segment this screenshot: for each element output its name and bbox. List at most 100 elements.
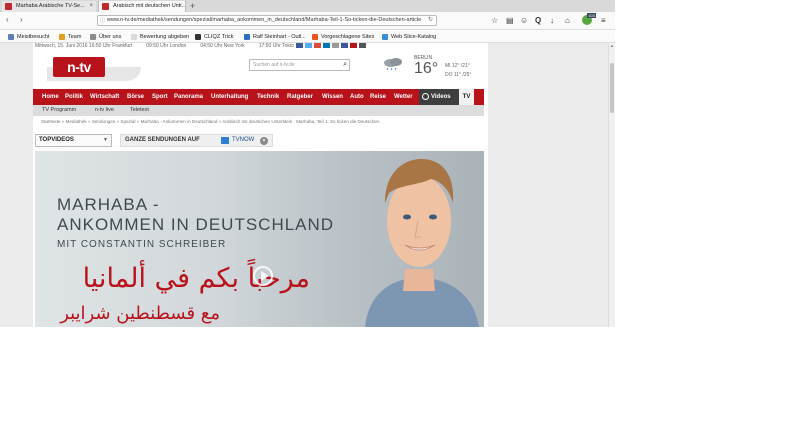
topvideos-dropdown[interactable]: TOPVIDEOS ▼ [35,134,112,147]
bookmarks-bar: Meistbesucht Team Über uns Bewertung abg… [0,31,615,43]
close-tab-icon[interactable]: × [178,1,182,12]
tvnow-label: TVNOW [232,137,255,143]
nav-reise[interactable]: Reise [370,89,386,105]
social-icon[interactable] [350,43,357,48]
bookmark-item[interactable]: Bewertung abgeben [131,33,189,41]
bookmark-item[interactable]: CLIQZ Trick [195,33,233,41]
bookmark-item[interactable]: Team [59,33,81,41]
bookmark-icon [131,34,137,40]
bookmark-item[interactable]: Ralf Steinhart - Outl... [244,33,306,41]
nav-wissen[interactable]: Wissen [322,89,343,105]
rain-cloud-icon [384,58,402,71]
googleplus-icon[interactable] [314,43,321,48]
facebook-icon[interactable] [296,43,303,48]
nav-auto[interactable]: Auto [350,89,364,105]
scrollbar-thumb[interactable] [610,63,614,113]
info-icon[interactable]: ⓘ [100,17,105,25]
scroll-up-icon[interactable]: ▲ [610,43,614,48]
q-icon[interactable]: Q [535,16,541,25]
search-icon[interactable]: ⌕ [343,60,347,70]
nav-tv[interactable]: TV [459,89,474,105]
search-input[interactable]: Suchen auf n-tv.de ⌕ [249,59,350,71]
nav-technik[interactable]: Technik [257,89,279,105]
nav-politik[interactable]: Politik [65,89,83,105]
twitter-icon[interactable] [305,43,312,48]
bookmark-item[interactable]: Vorgeschlagene Sites [312,33,374,41]
ntv-page: Mittwoch, 15. Juni 2016 16:50 Uhr Frankf… [33,43,488,327]
ntv-favicon-icon [102,3,109,10]
social-icons [296,43,366,48]
nav-wirtschaft[interactable]: Wirtschaft [90,89,119,105]
browser-window: Marhaba Arabische TV-Se... × Arabisch mi… [0,0,615,327]
extension-badge-count: 103 [587,13,596,18]
bookmark-icon [59,34,65,40]
social-icon[interactable] [341,43,348,48]
star-icon[interactable]: ☆ [491,16,498,25]
hero-title-line2: ANKOMMEN IN DEUTSCHLAND [57,215,335,234]
new-tab-button[interactable]: + [190,0,195,12]
download-icon[interactable]: ↓ [550,16,554,25]
breadcrumb[interactable]: Startseite » Mediathek » Sendungen » Spe… [41,119,380,124]
menu-icon[interactable]: ≡ [601,16,606,25]
reload-icon[interactable]: ↻ [428,16,433,25]
bookmark-icon [312,34,318,40]
ntv-favicon-icon [5,3,12,10]
home-icon[interactable]: ⌂ [565,16,570,25]
bookmark-item[interactable]: Meistbesucht [8,33,49,41]
nav-unterhaltung[interactable]: Unterhaltung [211,89,248,105]
subnav-tv-programm[interactable]: TV Programm [42,105,76,116]
close-tab-icon[interactable]: × [89,1,93,12]
nav-ratgeber[interactable]: Ratgeber [287,89,313,105]
nav-panorama[interactable]: Panorama [174,89,203,105]
outlook-icon [244,34,250,40]
play-icon[interactable] [253,266,273,286]
tab-arabisch[interactable]: Arabisch mit deutschen Unt... × [98,1,186,12]
ganze-sendungen-banner[interactable]: GANZE SENDUNGEN AUF TVNOW × [120,134,273,147]
tab-label: Marhaba Arabische TV-Se... [16,3,85,9]
hero-title-line1: MARHABA - [57,195,160,214]
nav-boerse[interactable]: Börse [127,89,144,105]
subnav-teletext[interactable]: Teletext [130,105,149,116]
forward-button[interactable]: › [20,15,23,24]
page-viewport: Mittwoch, 15. Juni 2016 16:50 Uhr Frankf… [0,43,608,327]
webslice-icon [382,34,388,40]
video-player[interactable]: MARHABA - ANKOMMEN IN DEUTSCHLAND MIT CO… [35,151,484,327]
tab-marhaba[interactable]: Marhaba Arabische TV-Se... × [2,1,96,12]
tvnow-logo-icon [221,137,229,144]
sub-navigation: TV Programm n-tv live Teletext [33,105,484,116]
date-time-bar: Mittwoch, 15. Juni 2016 16:50 Uhr Frankf… [35,43,294,49]
cliqz-icon [195,34,201,40]
subnav-ntv-live[interactable]: n-tv live [95,105,114,116]
navigation-bar: ‹ › ⓘ www.n-tv.de/mediathek/sendungen/sp… [0,12,615,30]
back-button[interactable]: ‹ [6,15,9,24]
address-bar[interactable]: ⓘ www.n-tv.de/mediathek/sendungen/spezia… [97,15,437,26]
search-placeholder: Suchen auf n-tv.de [253,62,295,68]
nav-sport[interactable]: Sport [152,89,168,105]
reader-icon[interactable]: ▤ [506,16,514,25]
nav-wetter[interactable]: Wetter [394,89,413,105]
bookmark-item[interactable]: Web Slice-Katalog [382,33,436,41]
shield-icon[interactable]: 103 [582,13,596,25]
ntv-logo[interactable]: n-tv [53,57,105,77]
hero-subtitle: MIT CONSTANTIN SCHREIBER [57,239,227,250]
nav-home[interactable]: Home [42,89,59,105]
url-text: www.n-tv.de/mediathek/sendungen/spezial/… [107,17,422,23]
close-icon[interactable]: × [260,137,268,145]
main-navigation: Home Politik Wirtschaft Börse Sport Pano… [33,89,484,105]
vertical-scrollbar[interactable]: ▲ [608,43,615,327]
weather-forecast: MI 12° /21° DO 11° /25° [445,63,472,78]
chevron-down-icon: ▼ [103,137,108,143]
play-circle-icon [422,93,429,100]
bookmark-item[interactable]: Über uns [90,33,121,41]
smiley-icon[interactable]: ☺ [520,16,528,25]
weather-temperature: 16° [414,60,439,77]
share-icon[interactable] [323,43,330,48]
presenter-photo [365,159,479,327]
rss-icon[interactable] [332,43,339,48]
tab-label: Arabisch mit deutschen Unt... [113,3,185,9]
nav-videos[interactable]: Videos [419,89,459,105]
bookmark-icon [8,34,14,40]
tab-strip: Marhaba Arabische TV-Se... × Arabisch mi… [0,0,615,12]
hero-arabic-subtitle: مع قسطنطين شرايبر [60,303,220,324]
mail-icon[interactable] [359,43,366,48]
